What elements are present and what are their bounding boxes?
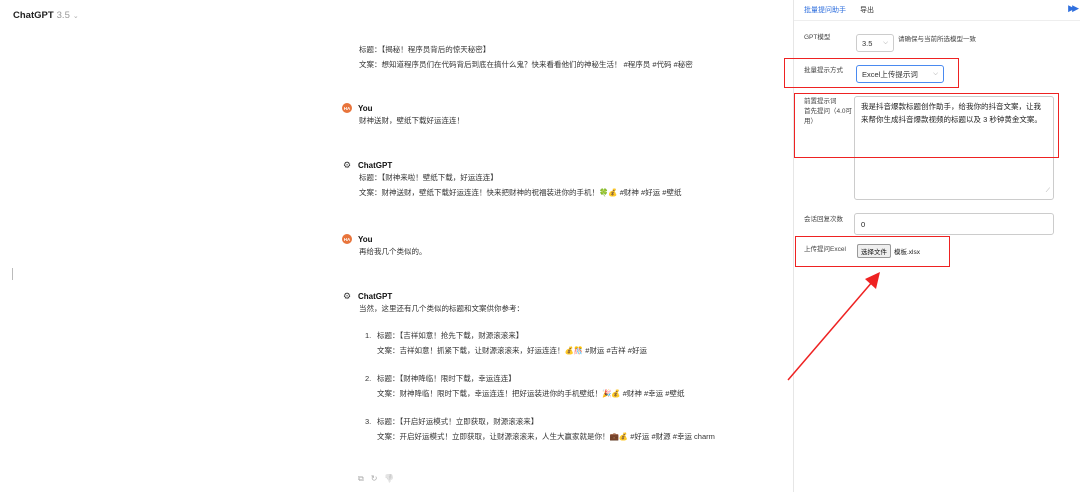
message-line: 标题：【财神来啦！壁纸下载，好运连连】 bbox=[359, 173, 498, 182]
sidebar-toggle-handle[interactable] bbox=[12, 268, 13, 280]
avatar: HA bbox=[342, 234, 352, 244]
message-line: 标题：【揭秘！程序员背后的惊天秘密】 bbox=[359, 45, 491, 54]
list-number: 2. bbox=[365, 374, 372, 383]
chevron-down-icon: ⌵ bbox=[883, 39, 888, 46]
regenerate-icon[interactable]: ↻ bbox=[371, 474, 378, 484]
author-name: You bbox=[358, 103, 373, 113]
openai-logo-icon: ⚙ bbox=[342, 159, 352, 170]
message-body: 再给我几个类似的。 bbox=[359, 244, 759, 259]
tab-batch-helper[interactable]: 批量提问助手 bbox=[804, 5, 846, 15]
message-line: 文案：想知道程序员们在代码背后到底在搞什么鬼？快来看看他们的神秘生活！ #程序员… bbox=[359, 60, 693, 69]
tab-export[interactable]: 导出 bbox=[860, 5, 874, 15]
item-text: 文案：财神降临！限时下载，幸运连连！把好运装进你的手机壁纸！🎉💰 #财神 #幸运… bbox=[377, 389, 685, 398]
message-author: HA You bbox=[342, 234, 373, 244]
model-picker[interactable]: ChatGPT 3.5 ⌄ bbox=[13, 10, 79, 21]
panel-tabs: 批量提问助手 导出 bbox=[804, 5, 874, 15]
list-number: 3. bbox=[365, 417, 372, 426]
resize-grip-icon[interactable]: ⟋ bbox=[1046, 185, 1050, 198]
suggestion-list: 1. 标题：【吉祥如意！抢先下载，财源滚滚来】 文案：吉祥如意！抓紧下载，让财源… bbox=[359, 328, 759, 444]
model-version: 3.5 bbox=[56, 10, 70, 21]
message-intro: 当然，这里还有几个类似的标题和文案供你参考： bbox=[359, 304, 524, 313]
list-number: 1. bbox=[365, 331, 372, 340]
divider bbox=[794, 20, 1080, 21]
item-title: 标题：【吉祥如意！抢先下载，财源滚滚来】 bbox=[377, 331, 524, 340]
gpt-model-select[interactable]: 3.5 ⌵ bbox=[856, 34, 894, 52]
reply-count-label: 会话回复次数 bbox=[804, 216, 843, 223]
message-author: ⚙ ChatGPT bbox=[342, 291, 392, 301]
message-body: 标题：【财神来啦！壁纸下载，好运连连】 文案：财神送财，壁纸下载好运连连！快来把… bbox=[359, 170, 759, 200]
reply-count-input[interactable]: 0 bbox=[854, 213, 1054, 235]
gpt-model-label: GPT模型 bbox=[804, 34, 831, 41]
gpt-model-hint: 请确保与当前所选模型一致 bbox=[898, 36, 976, 43]
thumbs-down-icon[interactable]: 👎 bbox=[384, 474, 394, 484]
message-line: 文案：财神送财，壁纸下载好运连连！快来把财神的祝福装进你的手机！🍀💰 #财神 #… bbox=[359, 188, 682, 197]
message-author: ⚙ ChatGPT bbox=[342, 160, 392, 170]
message-body: 标题：【揭秘！程序员背后的惊天秘密】 文案：想知道程序员们在代码背后到底在搞什么… bbox=[359, 42, 759, 72]
reply-count-value: 0 bbox=[861, 219, 866, 229]
author-name: ChatGPT bbox=[358, 291, 393, 301]
annotation-arrow bbox=[787, 272, 880, 381]
annotation-box bbox=[794, 93, 1059, 158]
message-line: 财神送财，壁纸下载好运连连！ bbox=[359, 116, 464, 125]
item-title: 标题：【财神降临！限时下载，幸运连连】 bbox=[377, 374, 516, 383]
item-text: 文案：开启好运模式！立即获取，让财源滚滚来，人生大赢家就是你！💼💰 #好运 #财… bbox=[377, 432, 715, 441]
message-actions: ⧉ ↻ 👎 bbox=[358, 474, 394, 484]
chat-area: ChatGPT 3.5 ⌄ 标题：【揭秘！程序员背后的惊天秘密】 文案：想知道程… bbox=[0, 0, 793, 492]
list-item: 1. 标题：【吉祥如意！抢先下载，财源滚滚来】 文案：吉祥如意！抓紧下载，让财源… bbox=[359, 328, 759, 358]
app-title: ChatGPT bbox=[13, 10, 54, 21]
expand-icon[interactable]: ▶▶ bbox=[1068, 3, 1079, 14]
item-title: 标题：【开启好运模式！立即获取，财源滚滚来】 bbox=[377, 417, 539, 426]
chevron-down-icon: ⌄ bbox=[72, 12, 79, 20]
list-item: 3. 标题：【开启好运模式！立即获取，财源滚滚来】 文案：开启好运模式！立即获取… bbox=[359, 414, 759, 444]
message-body: 财神送财，壁纸下载好运连连！ bbox=[359, 113, 759, 128]
message-line: 再给我几个类似的。 bbox=[359, 247, 427, 256]
gpt-model-value: 3.5 bbox=[862, 38, 873, 48]
author-name: You bbox=[358, 234, 373, 244]
author-name: ChatGPT bbox=[358, 160, 393, 170]
avatar: HA bbox=[342, 103, 352, 113]
annotation-box bbox=[784, 58, 959, 88]
copy-icon[interactable]: ⧉ bbox=[358, 474, 364, 484]
message-body: 当然，这里还有几个类似的标题和文案供你参考： 1. 标题：【吉祥如意！抢先下载，… bbox=[359, 301, 759, 457]
item-text: 文案：吉祥如意！抓紧下载，让财源滚滚来，好运连连！💰🎊 #财运 #吉祥 #好运 bbox=[377, 346, 647, 355]
message-author: HA You bbox=[342, 103, 373, 113]
openai-logo-icon: ⚙ bbox=[342, 290, 352, 301]
list-item: 2. 标题：【财神降临！限时下载，幸运连连】 文案：财神降临！限时下载，幸运连连… bbox=[359, 371, 759, 401]
